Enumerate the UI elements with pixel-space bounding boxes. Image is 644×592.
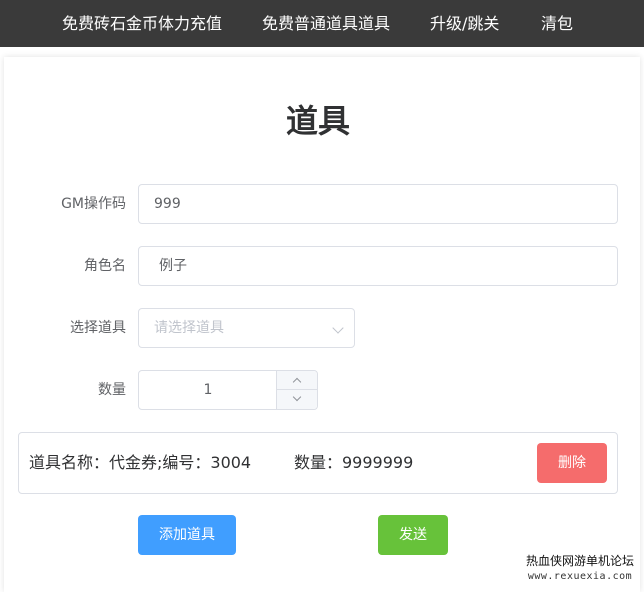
item-name-text: 道具名称：代金券;编号：3004 <box>29 453 252 472</box>
quantity-label: 数量 <box>98 382 126 398</box>
page-title: 道具 <box>285 102 350 140</box>
item-select[interactable]: 请选择道具 <box>138 308 355 348</box>
add-item-button[interactable]: 添加道具 <box>138 515 236 555</box>
quantity-input[interactable]: 1 <box>139 371 277 409</box>
watermark-line1: 热血侠网游单机论坛 <box>525 554 634 568</box>
nav-item-items[interactable]: 免费普通道具道具 <box>262 0 390 47</box>
quantity-stepper: 1 <box>138 370 318 410</box>
item-quantity-text: 数量：9999999 <box>294 453 414 472</box>
item-select-placeholder: 请选择道具 <box>154 320 224 336</box>
chevron-down-icon <box>332 322 344 334</box>
role-name-label: 角色名 <box>84 258 126 274</box>
chevron-down-icon <box>292 392 302 402</box>
chevron-up-icon <box>292 377 302 387</box>
nav-item-recharge[interactable]: 免费砖石金币体力充值 <box>62 0 222 47</box>
gm-code-label: GM操作码 <box>61 196 126 212</box>
item-select-label: 选择道具 <box>70 320 126 336</box>
increase-button[interactable] <box>276 371 317 390</box>
nav-item-clear-bag[interactable]: 清包 <box>541 0 573 47</box>
watermark: 热血侠网游单机论坛 www.rexuexia.com <box>520 553 640 585</box>
nav-item-levelup[interactable]: 升级/跳关 <box>430 0 499 47</box>
list-item: 道具名称：代金券;编号：3004 数量：9999999 删除 <box>18 432 618 494</box>
gm-code-input[interactable]: 999 <box>138 184 618 224</box>
delete-button[interactable]: 删除 <box>537 443 607 483</box>
role-name-input[interactable]: 例子 <box>138 246 618 286</box>
send-button[interactable]: 发送 <box>378 515 448 555</box>
watermark-line2: www.rexuexia.com <box>527 571 633 582</box>
decrease-button[interactable] <box>276 390 317 409</box>
top-nav: 免费砖石金币体力充值 免费普通道具道具 升级/跳关 清包 <box>0 0 644 47</box>
